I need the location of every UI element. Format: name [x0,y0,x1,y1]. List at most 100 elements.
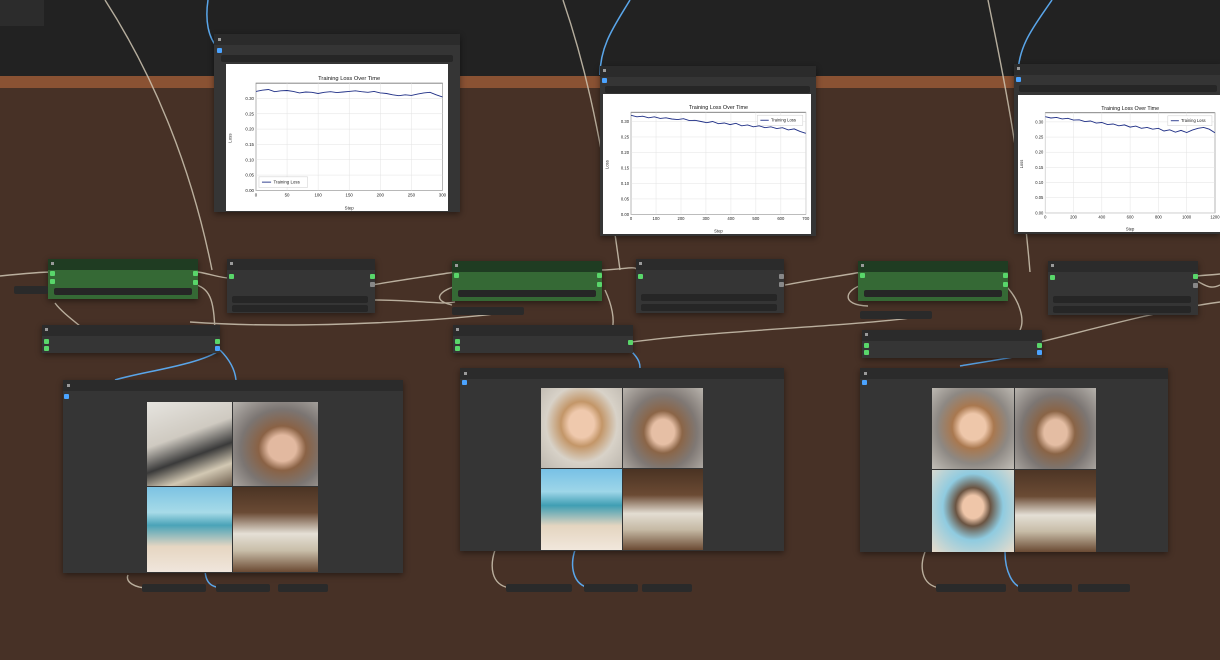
node-input-port[interactable] [44,346,49,351]
node-output-port[interactable] [1003,273,1008,278]
plot-node-2[interactable]: Training Loss Over Time 0 100 200 300 400 500 6… [600,66,816,236]
node-input-port[interactable] [864,343,869,348]
node-output-port[interactable] [597,282,602,287]
node-output-port[interactable] [215,346,220,351]
settings-node-header[interactable] [1048,261,1198,272]
close-icon[interactable] [456,328,459,331]
close-icon[interactable] [861,264,864,267]
node-output-port[interactable] [370,274,375,279]
collapsed-node[interactable] [14,286,48,294]
node-output-port[interactable] [1193,283,1198,288]
node-widget-bar[interactable] [864,290,1002,297]
node-widget-bar[interactable] [605,86,810,93]
node-input-port[interactable] [454,273,459,278]
close-icon[interactable] [218,38,221,41]
preview-node-header[interactable] [460,368,784,379]
node-output-port[interactable] [1037,343,1042,348]
node-output-port[interactable] [193,271,198,276]
node-widget-bar[interactable] [641,304,777,311]
close-icon[interactable] [603,69,606,72]
trainer-node-2[interactable] [452,261,602,301]
node-output-port[interactable] [1003,282,1008,287]
settings-node-2[interactable] [636,259,784,313]
node-graph-canvas[interactable]: Training Loss Over Time 0 50 100 150 200 250 30… [0,0,1220,660]
node-widget-bar[interactable] [232,305,368,312]
trainer-node-3[interactable] [858,261,1008,301]
node-input-port[interactable] [44,339,49,344]
plot-node-header[interactable] [1014,64,1220,75]
node-input-port[interactable] [864,350,869,355]
node-widget-bar[interactable] [1053,306,1191,313]
node-widget-bar[interactable] [1019,85,1217,92]
settings-node-header[interactable] [636,259,784,270]
plot-node-header[interactable] [600,66,816,77]
close-icon[interactable] [1051,264,1054,267]
preview-node-header[interactable] [860,368,1168,379]
plot-node-3[interactable]: Training Loss Over Time 0 200 400 600 800 1000… [1014,64,1220,234]
settings-node-1[interactable] [227,259,375,313]
close-icon[interactable] [865,333,868,336]
node-output-port[interactable] [779,274,784,279]
node-widget-bar[interactable] [458,290,596,297]
node-widget-bar[interactable] [54,288,192,295]
collapsed-node[interactable] [1078,584,1130,592]
node-output-port[interactable] [1193,274,1198,279]
node-output-port[interactable] [370,282,375,287]
node-output-port[interactable] [193,280,198,285]
collapsed-node[interactable] [584,584,638,592]
close-icon[interactable] [230,262,233,265]
collapsed-node[interactable] [142,584,206,592]
close-icon[interactable] [639,262,642,265]
node-input-port[interactable] [229,274,234,279]
collapsed-node[interactable] [642,584,692,592]
node-input-port[interactable] [50,279,55,284]
node-input-port[interactable] [862,380,867,385]
node-widget-bar[interactable] [232,296,368,303]
settings-node-header[interactable] [227,259,375,270]
node-input-port[interactable] [1016,77,1021,82]
close-icon[interactable] [464,372,467,375]
node-output-port[interactable] [1037,350,1042,355]
trainer-node-header[interactable] [858,261,1008,272]
decode-node-header[interactable] [42,325,220,336]
node-input-port[interactable] [462,380,467,385]
preview-image-node-1[interactable] [63,380,403,573]
plot-node-header[interactable] [214,34,460,45]
node-input-port[interactable] [455,346,460,351]
collapsed-node[interactable] [278,584,328,592]
node-output-port[interactable] [597,273,602,278]
plot-node-1[interactable]: Training Loss Over Time 0 50 100 150 200 250 30… [214,34,460,212]
node-input-port[interactable] [217,48,222,53]
node-input-port[interactable] [638,274,643,279]
trainer-node-header[interactable] [48,259,198,270]
preview-image-node-2[interactable] [460,368,784,551]
node-input-port[interactable] [64,394,69,399]
collapsed-node[interactable] [936,584,1006,592]
node-output-port[interactable] [628,340,633,345]
decode-node-1[interactable] [42,325,220,353]
node-input-port[interactable] [455,339,460,344]
close-icon[interactable] [864,372,867,375]
close-icon[interactable] [1017,67,1020,70]
collapsed-node[interactable] [860,311,932,319]
node-input-port[interactable] [602,78,607,83]
node-input-port[interactable] [1050,275,1055,280]
trainer-node-header[interactable] [452,261,602,272]
preview-node-header[interactable] [63,380,403,391]
collapsed-node[interactable] [1018,584,1072,592]
trainer-node-1[interactable] [48,259,198,299]
preview-image-node-3[interactable] [860,368,1168,552]
decode-node-3[interactable] [862,330,1042,358]
node-output-port[interactable] [215,339,220,344]
close-icon[interactable] [455,264,458,267]
node-output-port[interactable] [779,282,784,287]
decode-node-header[interactable] [453,325,633,336]
close-icon[interactable] [67,384,70,387]
decode-node-header[interactable] [862,330,1042,341]
collapsed-node[interactable] [216,584,270,592]
node-input-port[interactable] [860,273,865,278]
node-widget-bar[interactable] [1053,296,1191,303]
collapsed-node[interactable] [506,584,572,592]
close-icon[interactable] [45,328,48,331]
decode-node-2[interactable] [453,325,633,353]
